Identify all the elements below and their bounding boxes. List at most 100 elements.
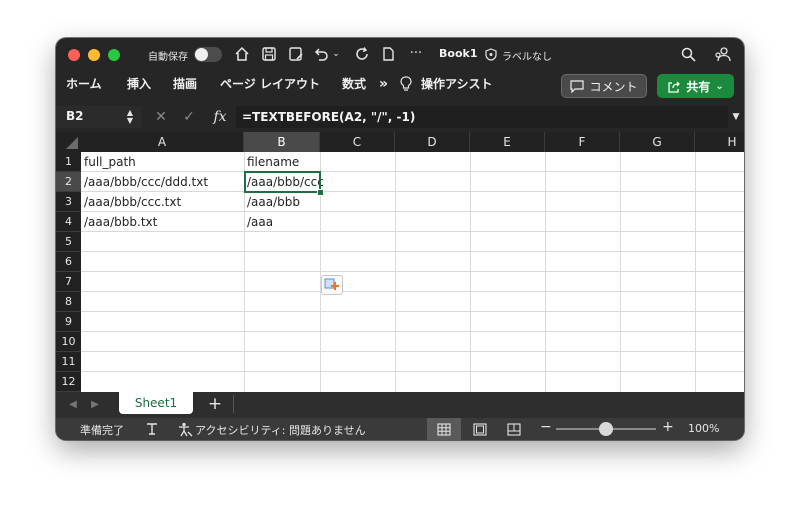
page-break-view-button[interactable] — [497, 418, 531, 440]
close-window-button[interactable] — [68, 49, 80, 61]
row-header-7[interactable]: 7 — [56, 272, 81, 292]
column-header-d[interactable]: D — [395, 132, 470, 152]
more-options-icon[interactable]: ··· — [406, 43, 426, 63]
excel-window: 自動保存 ⌄ ··· Book1 ラベルなし ホーム 挿入 描画 ページ レイア… — [56, 38, 744, 440]
save-icon[interactable] — [258, 44, 280, 64]
confirm-entry-icon[interactable]: ✓ — [180, 108, 198, 126]
undo-icon[interactable] — [312, 44, 330, 64]
row-header-5[interactable]: 5 — [56, 232, 81, 252]
tab-formulas[interactable]: 数式 — [342, 74, 366, 94]
insert-function-icon[interactable]: fx — [209, 107, 231, 127]
share-button-label: 共有 — [686, 79, 711, 94]
name-box-value: B2 — [66, 109, 84, 123]
cell-b1[interactable]: filename — [244, 152, 320, 172]
page-break-icon — [507, 422, 521, 436]
new-document-icon[interactable] — [378, 44, 398, 64]
grid-line — [395, 152, 396, 392]
sensitivity-label-icon[interactable] — [484, 46, 498, 62]
row-header-6[interactable]: 6 — [56, 252, 81, 272]
grid-line — [81, 351, 744, 352]
zoom-level[interactable]: 100% — [688, 422, 719, 435]
worksheet-grid[interactable]: A B C D E F G H 1 2 3 4 5 6 7 8 9 10 11 … — [56, 132, 744, 392]
cell-a2[interactable]: /aaa/bbb/ccc/ddd.txt — [81, 172, 244, 192]
macro-record-icon[interactable] — [144, 420, 160, 438]
accessibility-status[interactable]: アクセシビリティ: 問題ありません — [195, 422, 366, 438]
maximize-window-button[interactable] — [108, 49, 120, 61]
grid-line — [81, 311, 744, 312]
search-icon[interactable] — [678, 44, 698, 64]
grid-line — [695, 152, 696, 392]
insert-function-label: fx — [213, 109, 227, 125]
name-box-stepper-icon[interactable]: ▲ ▼ — [124, 108, 136, 126]
formula-input[interactable]: =TEXTBEFORE(A2, "/", -1) — [236, 106, 728, 128]
sensitivity-label-text[interactable]: ラベルなし — [502, 48, 552, 63]
save-as-icon[interactable] — [285, 44, 307, 64]
cell-b4[interactable]: /aaa — [244, 212, 320, 232]
sheet-tab-sheet1[interactable]: Sheet1 — [119, 392, 193, 414]
fill-handle[interactable] — [317, 189, 324, 196]
select-all-button[interactable] — [56, 132, 81, 152]
next-sheet-icon[interactable]: ▶ — [88, 396, 102, 412]
column-header-f[interactable]: F — [545, 132, 620, 152]
column-header-a[interactable]: A — [81, 132, 244, 152]
grid-line — [620, 152, 621, 392]
grid-line — [470, 152, 471, 392]
accessibility-icon[interactable] — [176, 420, 194, 438]
grid-line — [545, 152, 546, 392]
page-layout-view-button[interactable] — [463, 418, 497, 440]
cell-b3[interactable]: /aaa/bbb — [244, 192, 320, 212]
grid-line — [81, 331, 744, 332]
ready-status: 準備完了 — [80, 424, 124, 437]
formula-expand-icon[interactable]: ▼ — [730, 108, 742, 126]
column-header-b[interactable]: B — [244, 132, 320, 152]
row-header-1[interactable]: 1 — [56, 152, 81, 172]
active-cell-border — [244, 171, 321, 193]
minimize-window-button[interactable] — [88, 49, 100, 61]
column-header-h[interactable]: H — [695, 132, 744, 152]
add-sheet-button[interactable]: + — [205, 394, 225, 414]
share-button[interactable]: 共有 ⌄ — [657, 74, 734, 98]
document-title: Book1 — [439, 47, 478, 60]
column-header-e[interactable]: E — [470, 132, 545, 152]
zoom-out-button[interactable]: − — [540, 419, 552, 435]
row-header-8[interactable]: 8 — [56, 292, 81, 312]
tab-page-layout[interactable]: ページ レイアウト — [220, 74, 320, 94]
divider — [233, 395, 234, 413]
redo-icon[interactable] — [352, 44, 372, 64]
cell-a4[interactable]: /aaa/bbb.txt — [81, 212, 244, 232]
tab-insert[interactable]: 挿入 — [127, 74, 151, 94]
undo-dropdown-chevron-icon[interactable]: ⌄ — [331, 45, 341, 63]
chevron-down-icon: ⌄ — [715, 80, 724, 92]
row-header-3[interactable]: 3 — [56, 192, 81, 212]
comment-button[interactable]: コメント — [561, 74, 647, 98]
cell-a3[interactable]: /aaa/bbb/ccc.txt — [81, 192, 244, 212]
tab-draw[interactable]: 描画 — [173, 74, 197, 94]
column-header-g[interactable]: G — [620, 132, 695, 152]
grid-line — [81, 291, 744, 292]
cell-a1[interactable]: full_path — [81, 152, 244, 172]
grid-line — [81, 271, 744, 272]
flash-fill-options-icon[interactable] — [321, 275, 343, 295]
tab-home[interactable]: ホーム — [66, 74, 102, 94]
grid-line — [81, 371, 744, 372]
tab-tell-me[interactable]: 操作アシスト — [421, 74, 493, 94]
row-header-11[interactable]: 11 — [56, 352, 81, 372]
row-header-9[interactable]: 9 — [56, 312, 81, 332]
row-header-4[interactable]: 4 — [56, 212, 81, 232]
status-bar: 準備完了 アクセシビリティ: 問題ありません − + 100% — [56, 418, 744, 440]
cancel-entry-icon[interactable]: ✕ — [152, 108, 170, 126]
more-tabs-chevron-icon[interactable]: » — [379, 74, 388, 94]
normal-view-button[interactable] — [427, 418, 461, 440]
zoom-in-button[interactable]: + — [662, 419, 674, 435]
account-icon[interactable] — [711, 44, 733, 64]
autosave-toggle[interactable] — [194, 47, 222, 62]
home-icon[interactable] — [231, 44, 253, 64]
previous-sheet-icon[interactable]: ◀ — [66, 396, 80, 412]
zoom-slider-knob[interactable] — [599, 422, 613, 436]
row-header-2[interactable]: 2 — [56, 172, 81, 192]
column-header-c[interactable]: C — [320, 132, 395, 152]
grid-line — [81, 251, 744, 252]
formula-text: =TEXTBEFORE(A2, "/", -1) — [242, 110, 416, 124]
row-header-12[interactable]: 12 — [56, 372, 81, 392]
row-header-10[interactable]: 10 — [56, 332, 81, 352]
